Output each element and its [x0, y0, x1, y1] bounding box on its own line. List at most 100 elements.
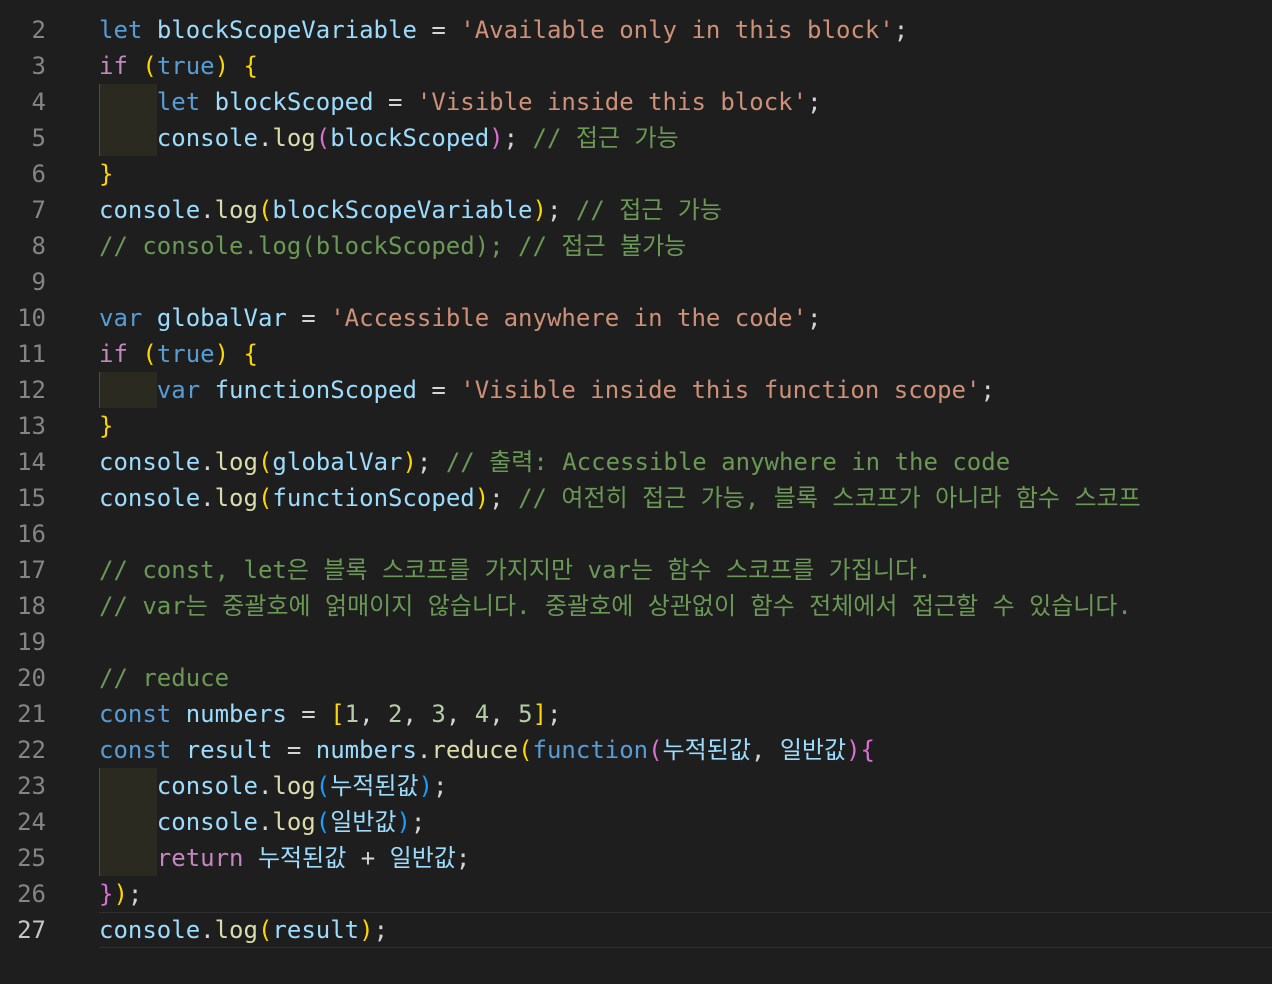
code-text[interactable]: var functionScoped = 'Visible inside thi… — [99, 372, 995, 408]
code-token: ( — [142, 52, 157, 80]
code-token: ( — [315, 772, 331, 800]
code-token: 'Available only in this block' — [460, 16, 894, 44]
code-line[interactable]: 24 console.log(일반값); — [0, 804, 1272, 840]
line-number-1-partial — [35, 0, 47, 2]
code-line[interactable]: 3 if (true) { — [0, 48, 1272, 84]
code-text[interactable]: console.log(result); — [99, 912, 388, 948]
code-line[interactable]: 26}); — [0, 876, 1272, 912]
line-number: 7 — [31, 196, 46, 224]
line-number: 6 — [31, 160, 46, 188]
code-line[interactable]: 9 — [0, 264, 1272, 300]
code-text[interactable]: console.log(일반값); — [99, 804, 426, 840]
code-line[interactable]: 13} — [0, 408, 1272, 444]
code-token: . — [257, 124, 273, 152]
code-text[interactable]: // console.log(blockScoped); // 접근 불가능 — [99, 228, 686, 264]
code-line[interactable]: 5 console.log(blockScoped); // 접근 가능 — [0, 120, 1272, 156]
code-token: 누적된값 — [257, 844, 347, 872]
code-token: ) — [489, 124, 504, 152]
code-editor[interactable]: 2 let blockScopeVariable = 'Available onl… — [0, 0, 1272, 984]
code-token: . — [200, 916, 215, 944]
code-token: ; — [893, 16, 909, 44]
code-line[interactable]: 16 — [0, 516, 1272, 552]
code-line[interactable]: 10 var globalVar = 'Accessible anywhere i… — [0, 300, 1272, 336]
code-text[interactable]: console.log(누적된값); — [99, 768, 448, 804]
code-line[interactable]: 22 const result = numbers.reduce(function… — [0, 732, 1272, 768]
code-token: ; — [455, 844, 471, 872]
code-text[interactable]: if (true) { — [99, 48, 258, 84]
code-token: 2 — [388, 700, 403, 728]
code-line[interactable]: 15 console.log(functionScoped); // 여전히 접근… — [0, 480, 1272, 516]
code-token: log — [272, 772, 316, 800]
code-text[interactable]: console.log(blockScoped); // 접근 가능 — [99, 120, 679, 156]
code-text[interactable]: // reduce — [99, 660, 229, 696]
code-token: . — [257, 772, 273, 800]
line-number: 11 — [17, 340, 46, 368]
code-line[interactable]: 7 console.log(blockScopeVariable); // 접근 … — [0, 192, 1272, 228]
code-token: true — [156, 52, 215, 80]
line-number: 26 — [17, 880, 46, 908]
code-line[interactable]: 23 console.log(누적된값); — [0, 768, 1272, 804]
code-line[interactable]: 6} — [0, 156, 1272, 192]
code-token: numbers — [315, 736, 417, 764]
code-text[interactable]: return 누적된값 + 일반값; — [99, 840, 471, 876]
code-line[interactable]: 11 if (true) { — [0, 336, 1272, 372]
code-text[interactable]: var globalVar = 'Accessible anywhere in … — [99, 300, 822, 336]
code-text[interactable]: console.log(blockScopeVariable); // 접근 가… — [99, 192, 722, 228]
code-token: ; — [489, 484, 519, 512]
code-token: 1 — [344, 700, 360, 728]
code-token: ; — [503, 124, 533, 152]
code-token: ] — [532, 700, 548, 728]
code-line[interactable]: 17 // const, let은 블록 스코프를 가지지만 var는 함수 스코… — [0, 552, 1272, 588]
code-line[interactable]: 27 console.log(result); — [0, 912, 1272, 948]
code-token: ) — [113, 880, 128, 908]
code-token: const — [99, 736, 172, 764]
code-text[interactable]: // const, let은 블록 스코프를 가지지만 var는 함수 스코프를… — [99, 552, 932, 588]
code-text[interactable]: console.log(globalVar); // 출력: Accessibl… — [99, 444, 1010, 480]
line-number: 20 — [17, 664, 46, 692]
code-token: // 접근 가능 — [532, 124, 679, 152]
line-number: 27 — [17, 916, 46, 944]
code-text[interactable]: let blockScoped = 'Visible inside this b… — [99, 84, 822, 120]
code-text[interactable]: const result = numbers.reduce(function(누… — [99, 732, 875, 768]
code-token: ; — [373, 916, 389, 944]
code-line[interactable]: 8 // console.log(blockScoped); // 접근 불가능 — [0, 228, 1272, 264]
code-text[interactable]: } — [99, 156, 113, 192]
code-line[interactable]: 2 let blockScopeVariable = 'Available onl… — [0, 12, 1272, 48]
code-token: log — [214, 196, 258, 224]
code-token: blockScopeVariable — [156, 16, 417, 44]
code-line[interactable]: 21 const numbers = [1, 2, 3, 4, 5]; — [0, 696, 1272, 732]
code-token: functionScoped — [272, 484, 475, 512]
code-token: { — [243, 340, 258, 368]
code-token: 일반값 — [779, 736, 847, 764]
code-token: log — [272, 808, 316, 836]
code-line[interactable]: 18 // var는 중괄호에 얽매이지 않습니다. 중괄호에 상관없이 함수 전… — [0, 588, 1272, 624]
code-token: // console.log(blockScoped); // 접근 불가능 — [99, 232, 687, 260]
code-token: log — [214, 916, 258, 944]
code-text[interactable]: let blockScopeVariable = 'Available only… — [99, 12, 908, 48]
code-token: blockScopeVariable — [272, 196, 533, 224]
line-number: 9 — [31, 268, 46, 296]
code-line[interactable]: 20 // reduce — [0, 660, 1272, 696]
code-token: ( — [142, 340, 157, 368]
code-text[interactable]: }); — [99, 876, 142, 912]
line-number: 10 — [17, 304, 46, 332]
code-line[interactable]: 19 — [0, 624, 1272, 660]
code-line[interactable]: 14 console.log(globalVar); // 출력: Accessi… — [0, 444, 1272, 480]
code-token: ) — [474, 484, 490, 512]
code-token: ( — [257, 916, 273, 944]
code-text[interactable]: console.log(functionScoped); // 여전히 접근 가… — [99, 480, 1141, 516]
code-text[interactable]: const numbers = [1, 2, 3, 4, 5]; — [99, 696, 561, 732]
code-token: = — [416, 376, 461, 404]
code-text[interactable]: } — [99, 408, 113, 444]
code-text[interactable]: // var는 중괄호에 얽매이지 않습니다. 중괄호에 상관없이 함수 전체에… — [99, 588, 1132, 624]
code-line[interactable]: 25 return 누적된값 + 일반값; — [0, 840, 1272, 876]
code-line[interactable]: 4 let blockScoped = 'Visible inside this… — [0, 84, 1272, 120]
code-line[interactable]: 12 var functionScoped = 'Visible inside … — [0, 372, 1272, 408]
code-text[interactable]: if (true) { — [99, 336, 258, 372]
